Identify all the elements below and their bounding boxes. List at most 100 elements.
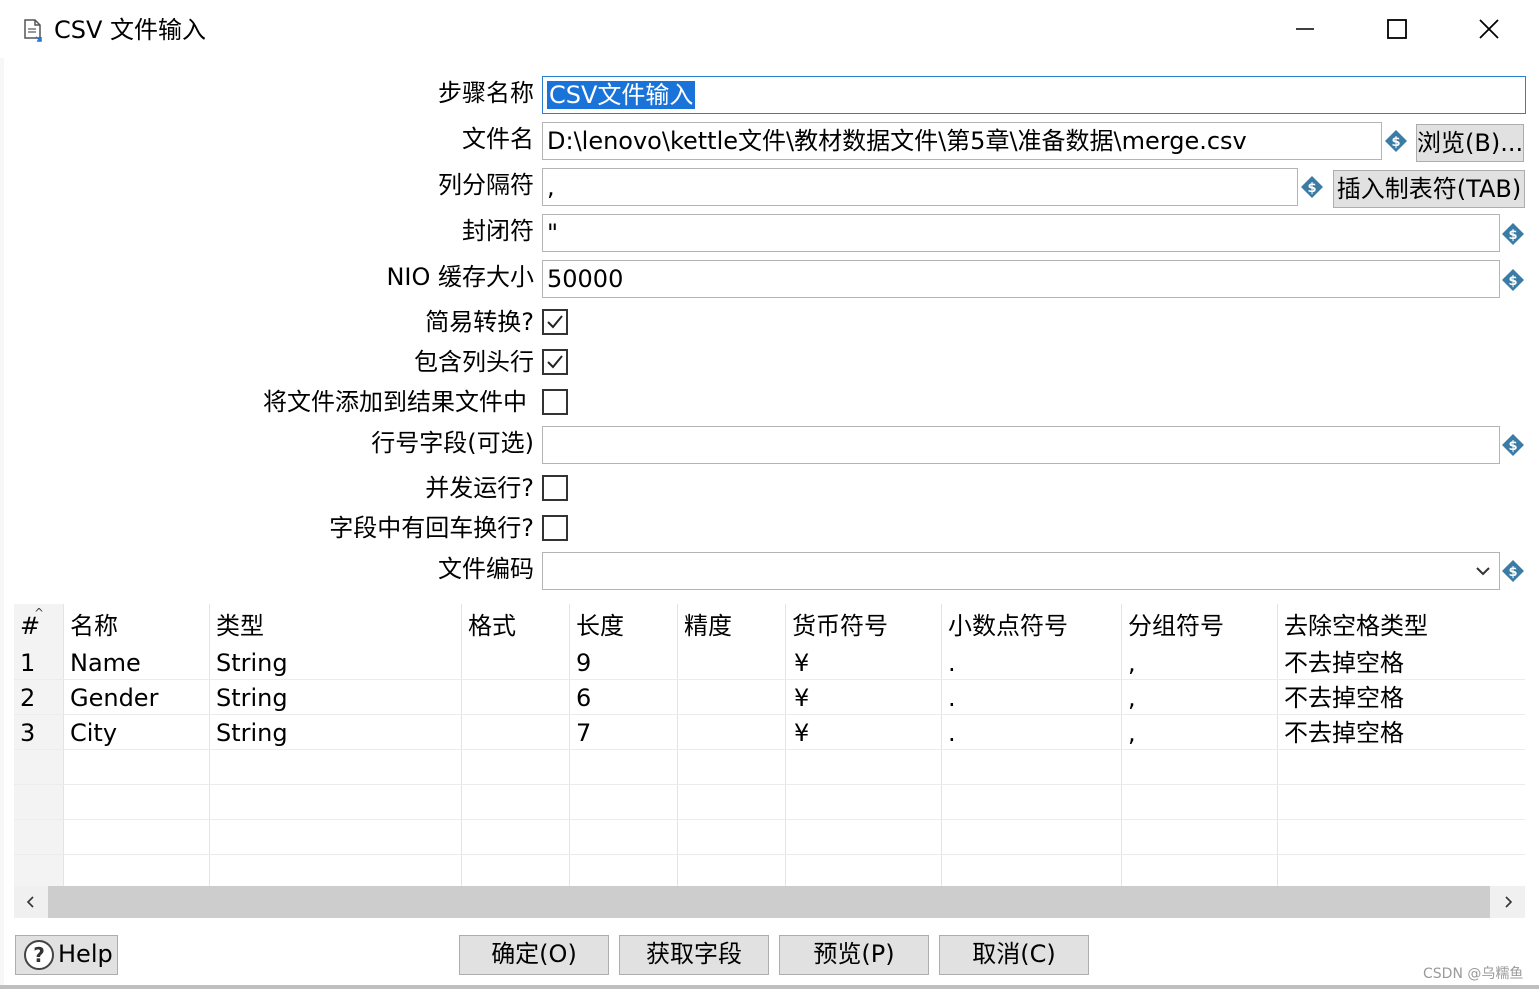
row-number: 1 xyxy=(20,649,36,677)
browse-button[interactable]: 浏览(B)... xyxy=(1416,124,1524,162)
svg-text:$: $ xyxy=(1508,274,1517,289)
sort-indicator-icon: ^ xyxy=(34,606,45,620)
encoding-select[interactable] xyxy=(542,552,1500,590)
table-header-decimal[interactable]: 小数点符号 xyxy=(948,610,1068,642)
variable-icon[interactable]: $ xyxy=(1501,268,1525,292)
row-number: 2 xyxy=(20,684,36,712)
variable-icon[interactable]: $ xyxy=(1384,129,1408,153)
add-to-result-checkbox[interactable] xyxy=(542,389,568,415)
maximize-icon xyxy=(1387,19,1407,39)
table-cell-currency[interactable]: ¥ xyxy=(794,682,809,714)
table-cell-name[interactable]: Gender xyxy=(70,682,158,714)
variable-icon[interactable]: $ xyxy=(1501,222,1525,246)
table-cell-type[interactable]: String xyxy=(216,647,288,679)
table-cell-trim[interactable]: 不去掉空格 xyxy=(1284,717,1404,749)
cancel-button[interactable]: 取消(C) xyxy=(939,935,1089,975)
table-header-name[interactable]: 名称 xyxy=(70,610,118,642)
header-row-checkbox[interactable] xyxy=(542,349,568,375)
newline-checkbox[interactable] xyxy=(542,515,568,541)
svg-text:$: $ xyxy=(1307,181,1316,196)
nio-buffer-field[interactable]: 50000 xyxy=(542,260,1500,298)
table-cell-length[interactable]: 6 xyxy=(576,682,591,714)
add-to-result-label: 将文件添加到结果文件中 xyxy=(263,388,527,416)
step-name-label: 步骤名称 xyxy=(438,79,534,107)
help-button-label: Help xyxy=(58,940,113,968)
svg-text:?: ? xyxy=(33,943,45,967)
maximize-button[interactable] xyxy=(1372,8,1422,50)
table-header-currency[interactable]: 货币符号 xyxy=(792,610,888,642)
step-name-value: CSV文件输入 xyxy=(547,81,696,109)
fields-table[interactable]: # 名称 类型 格式 长度 精度 货币符号 小数点符号 分组符号 去除空格类型 … xyxy=(14,604,1525,886)
parallel-checkbox[interactable] xyxy=(542,475,568,501)
table-cell-trim[interactable]: 不去掉空格 xyxy=(1284,682,1404,714)
ok-button[interactable]: 确定(O) xyxy=(459,935,609,975)
preview-button[interactable]: 预览(P) xyxy=(779,935,929,975)
svg-text:$: $ xyxy=(1508,228,1517,243)
cancel-button-label: 取消(C) xyxy=(972,940,1056,968)
insert-tab-button[interactable]: 插入制表符(TAB) xyxy=(1333,170,1525,208)
table-cell-currency[interactable]: ¥ xyxy=(794,647,809,679)
table-cell-type[interactable]: String xyxy=(216,682,288,714)
get-fields-button[interactable]: 获取字段 xyxy=(619,935,769,975)
filename-field[interactable]: D:\lenovo\kettle文件\教材数据文件\第5章\准备数据\merge… xyxy=(542,122,1382,160)
close-icon xyxy=(1479,19,1499,39)
scroll-right-button[interactable] xyxy=(1491,886,1525,918)
checkmark-icon xyxy=(547,355,563,369)
table-cell-length[interactable]: 7 xyxy=(576,717,591,749)
enclosure-label: 封闭符 xyxy=(462,217,534,245)
table-cell-name[interactable]: City xyxy=(70,717,117,749)
window-edge xyxy=(0,58,4,988)
minimize-icon xyxy=(1296,28,1314,30)
variable-icon[interactable]: $ xyxy=(1501,559,1525,583)
table-cell-group[interactable]: , xyxy=(1128,682,1136,714)
row-number: 3 xyxy=(20,719,36,747)
help-button[interactable]: ? Help xyxy=(15,935,118,975)
table-cell-decimal[interactable]: . xyxy=(948,717,956,749)
ok-button-label: 确定(O) xyxy=(491,940,577,968)
variable-icon[interactable]: $ xyxy=(1501,433,1525,457)
table-header-type[interactable]: 类型 xyxy=(216,610,264,642)
nio-buffer-label: NIO 缓存大小 xyxy=(386,263,534,291)
browse-button-label: 浏览(B)... xyxy=(1417,129,1524,157)
table-header-precision[interactable]: 精度 xyxy=(684,610,732,642)
lazy-conversion-label: 简易转换? xyxy=(425,308,534,336)
parallel-label: 并发运行? xyxy=(425,474,534,502)
minimize-button[interactable] xyxy=(1280,8,1330,50)
enclosure-field[interactable]: " xyxy=(542,214,1500,252)
document-icon xyxy=(22,18,44,42)
scroll-thumb[interactable] xyxy=(48,886,1490,918)
table-cell-length[interactable]: 9 xyxy=(576,647,591,679)
delimiter-field[interactable]: , xyxy=(542,168,1298,206)
window-bottom-edge xyxy=(0,985,1539,989)
header-row-label: 包含列头行 xyxy=(414,348,534,376)
table-header-group[interactable]: 分组符号 xyxy=(1128,610,1224,642)
table-cell-currency[interactable]: ¥ xyxy=(794,717,809,749)
window-title: CSV 文件输入 xyxy=(54,16,207,44)
table-cell-decimal[interactable]: . xyxy=(948,682,956,714)
filename-label: 文件名 xyxy=(462,125,534,153)
svg-text:$: $ xyxy=(1508,565,1517,580)
table-cell-type[interactable]: String xyxy=(216,717,288,749)
variable-icon[interactable]: $ xyxy=(1300,175,1324,199)
table-header-format[interactable]: 格式 xyxy=(468,610,516,642)
horizontal-scrollbar[interactable] xyxy=(14,886,1525,918)
table-cell-group[interactable]: , xyxy=(1128,717,1136,749)
newline-label: 字段中有回车换行? xyxy=(329,514,534,542)
table-cell-decimal[interactable]: . xyxy=(948,647,956,679)
scroll-left-button[interactable] xyxy=(14,886,48,918)
table-header-trim[interactable]: 去除空格类型 xyxy=(1284,610,1428,642)
table-cell-trim[interactable]: 不去掉空格 xyxy=(1284,647,1404,679)
title-bar: CSV 文件输入 xyxy=(0,0,1539,58)
lazy-conversion-checkbox[interactable] xyxy=(542,309,568,335)
table-cell-name[interactable]: Name xyxy=(70,647,141,679)
chevron-down-icon[interactable] xyxy=(1471,559,1495,583)
row-number-field[interactable] xyxy=(542,426,1500,464)
close-button[interactable] xyxy=(1464,8,1514,50)
encoding-label: 文件编码 xyxy=(438,555,534,583)
step-name-field[interactable]: CSV文件输入 xyxy=(542,76,1526,114)
help-icon: ? xyxy=(24,940,54,970)
table-cell-group[interactable]: , xyxy=(1128,647,1136,679)
svg-text:$: $ xyxy=(1508,439,1517,454)
watermark: CSDN @乌糯鱼 xyxy=(1423,966,1524,982)
table-header-length[interactable]: 长度 xyxy=(576,610,624,642)
